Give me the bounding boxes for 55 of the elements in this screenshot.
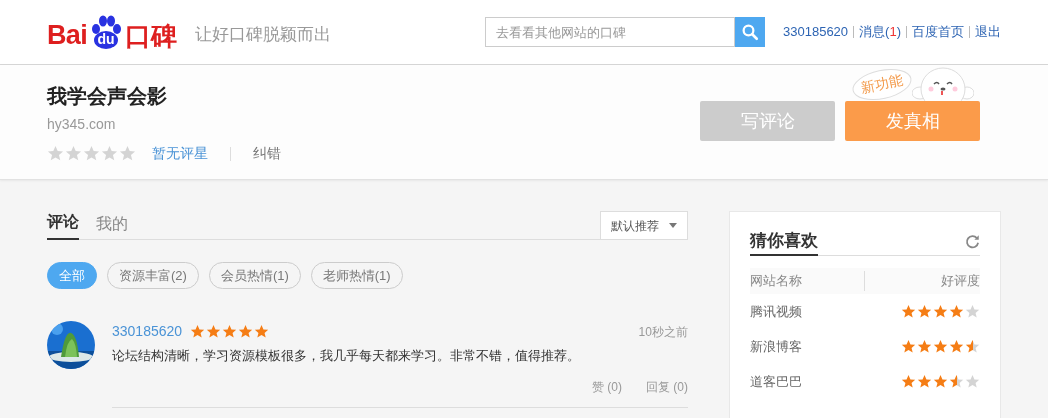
- site-link[interactable]: 道客巴巴: [749, 371, 802, 392]
- filter-chip[interactable]: 全部: [47, 262, 97, 289]
- header-link[interactable]: 百度首页: [912, 22, 964, 42]
- star-icon: [933, 339, 948, 354]
- like-link[interactable]: 赞 (0): [591, 377, 622, 396]
- star-icon: [949, 374, 964, 389]
- star-icon: [254, 324, 270, 339]
- star-icon: [933, 374, 948, 389]
- star-icon: [917, 374, 932, 389]
- star-icon: [83, 145, 100, 162]
- review-time: 10秒之前: [638, 323, 688, 341]
- star-icon: [65, 145, 82, 162]
- rating-link[interactable]: 暂无评星: [152, 143, 208, 164]
- column-header: 好评度: [940, 272, 980, 291]
- site-link[interactable]: 新浪博客: [749, 336, 802, 357]
- header-link[interactable]: 退出: [975, 22, 1001, 42]
- caret-icon: [668, 223, 677, 228]
- site-domain: hy345.com: [47, 115, 117, 134]
- star-icon: [47, 145, 64, 162]
- star-icon: [965, 339, 980, 354]
- tab[interactable]: 评论: [47, 210, 79, 240]
- search-field[interactable]: 去看看其他网站的口碑: [485, 17, 735, 47]
- search-button[interactable]: [735, 17, 765, 47]
- slogan: 让好口碑脱颖而出: [195, 24, 331, 47]
- star-icon: [101, 145, 118, 162]
- refresh-icon[interactable]: [965, 234, 980, 249]
- site-link[interactable]: 腾讯视频: [749, 301, 802, 322]
- baidu-logo[interactable]: Bai du 口碑: [47, 15, 177, 49]
- header-link[interactable]: 330185620: [783, 22, 849, 42]
- site-name: 我学会声会影: [47, 84, 168, 109]
- star-icon: [222, 324, 238, 339]
- star-icon: [917, 339, 932, 354]
- column-header: 网站名称: [749, 271, 866, 291]
- star-icon: [119, 145, 136, 162]
- search-icon: [741, 23, 759, 41]
- star-icon: [965, 304, 980, 319]
- star-icon: [238, 324, 254, 339]
- star-icon: [965, 374, 980, 389]
- star-icon: [933, 304, 948, 319]
- reply-link[interactable]: 回复 (0): [645, 377, 688, 396]
- star-icon: [917, 304, 932, 319]
- star-icon: [190, 324, 206, 339]
- review-text: 论坛结构清晰，学习资源模板很多，我几乎每天都来学习。非常不错，值得推荐。: [112, 347, 581, 365]
- star-icon: [206, 324, 222, 339]
- report-link[interactable]: 纠错: [253, 143, 281, 164]
- header-link[interactable]: 消息(1): [859, 22, 901, 42]
- star-icon: [949, 304, 964, 319]
- star-icon: [949, 339, 964, 354]
- sort-dropdown[interactable]: 默认推荐: [599, 211, 688, 240]
- star-icon: [901, 374, 916, 389]
- card-title: 猜你喜欢: [749, 227, 818, 256]
- review-username[interactable]: 330185620: [112, 321, 183, 342]
- tab[interactable]: 我的: [96, 212, 128, 240]
- star-icon: [901, 339, 916, 354]
- star-icon: [901, 304, 916, 319]
